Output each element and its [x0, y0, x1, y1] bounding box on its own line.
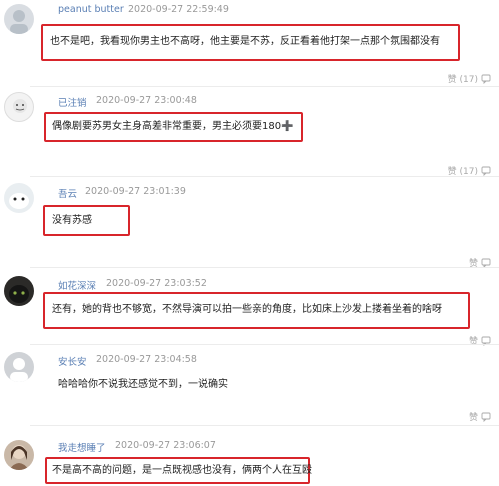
reply-icon[interactable]	[481, 166, 491, 176]
user-avatar-icon	[13, 99, 27, 113]
user-avatar-icon	[9, 193, 29, 209]
comment-text: 不是高不高的问题，是一点既视感也没有，俩两个人在互殴	[52, 465, 312, 476]
avatar[interactable]	[4, 440, 34, 470]
comment-text: 也不是吧，我看现你男主也不高呀，他主要是不苏，反正看着他打架一点那个氛围都没有	[50, 36, 440, 47]
like-count: 赞 (17)	[447, 75, 478, 85]
comment-timestamp: 2020-09-27 22:59:49	[128, 4, 229, 15]
divider	[30, 344, 499, 345]
divider	[30, 86, 499, 87]
divider	[30, 267, 499, 268]
divider	[30, 176, 499, 177]
user-avatar-icon	[10, 10, 28, 34]
avatar[interactable]	[4, 92, 34, 122]
comment-timestamp: 2020-09-27 23:01:39	[85, 186, 186, 197]
cat-avatar-icon	[9, 285, 29, 303]
comment-timestamp: 2020-09-27 23:04:58	[96, 354, 197, 365]
comment-username[interactable]: peanut butter	[58, 4, 124, 15]
avatar[interactable]	[4, 183, 34, 213]
reply-icon[interactable]	[481, 412, 491, 422]
comment-text: 哈哈哈你不说我还感觉不到，一说确实	[58, 379, 228, 390]
comment-thread: peanut butter 2020-09-27 22:59:49 也不是吧，我…	[0, 0, 499, 486]
comment-timestamp: 2020-09-27 23:00:48	[96, 95, 197, 106]
comment-username[interactable]: 吾云	[58, 186, 77, 200]
comment-timestamp: 2020-09-27 23:06:07	[115, 440, 216, 451]
like-button[interactable]: 赞	[469, 410, 491, 423]
comment-username[interactable]: 已注销	[58, 95, 87, 109]
avatar[interactable]	[4, 352, 34, 382]
user-avatar-icon	[9, 445, 29, 470]
comment-text: 偶像剧要苏男女主身高差非常重要，男主必须要180➕	[52, 121, 294, 132]
comment-username[interactable]: 我走想睡了	[58, 440, 106, 454]
like-count: 赞	[468, 337, 478, 347]
reply-icon[interactable]	[481, 74, 491, 84]
comment-timestamp: 2020-09-27 23:03:52	[106, 278, 207, 289]
comment-username[interactable]: 如花深深	[58, 278, 96, 292]
avatar[interactable]	[4, 276, 34, 306]
comment-text: 还有，她的背也不够宽，不然导演可以拍一些亲的角度，比如床上沙发上搂着坐着的啥呀	[52, 304, 442, 315]
like-button[interactable]: 赞	[469, 334, 491, 347]
comment-text: 没有苏感	[52, 215, 92, 226]
default-avatar-icon	[10, 358, 28, 382]
comment-username[interactable]: 安长安	[58, 354, 87, 368]
like-count: 赞	[468, 413, 478, 423]
like-button[interactable]: 赞 (17)	[448, 72, 491, 85]
divider	[30, 425, 499, 426]
avatar[interactable]	[4, 4, 34, 34]
reply-icon[interactable]	[481, 258, 491, 268]
